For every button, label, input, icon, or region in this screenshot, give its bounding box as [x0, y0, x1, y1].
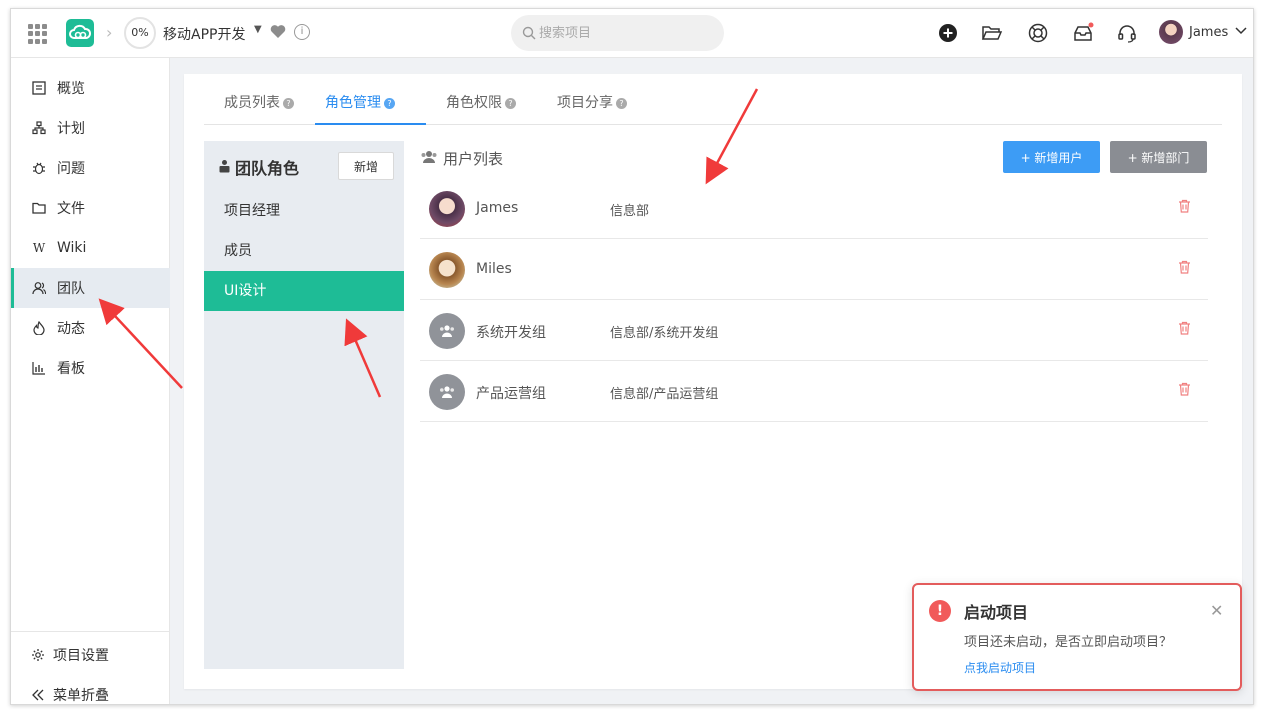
avatar	[429, 191, 465, 227]
role-item[interactable]: 项目经理	[204, 191, 404, 231]
sidebar-item-label: 文件	[57, 201, 85, 217]
headset-icon[interactable]	[1116, 22, 1138, 44]
user-menu[interactable]: James	[1159, 20, 1248, 44]
sidebar-item-overview[interactable]: 概览	[11, 68, 170, 108]
start-project-link[interactable]: 点我启动项目	[964, 659, 1036, 676]
sidebar-item-label: Wiki	[57, 240, 87, 256]
user-list-title: 用户列表	[420, 148, 503, 169]
user-name: Miles	[476, 261, 512, 277]
sidebar-item-label: 概览	[57, 81, 85, 97]
tab-role-permissions[interactable]: 角色权限?	[436, 88, 526, 125]
user-department: 信息部	[610, 204, 650, 219]
users-icon	[420, 150, 438, 168]
bug-icon	[31, 160, 47, 176]
group-department: 信息部/产品运营组	[610, 387, 719, 402]
folder-icon	[31, 200, 47, 216]
help-icon: ?	[505, 98, 516, 109]
team-icon	[31, 280, 47, 296]
heart-icon[interactable]	[270, 24, 286, 43]
table-row: Miles	[420, 239, 1208, 300]
table-row: 产品运营组 信息部/产品运营组	[420, 361, 1208, 422]
top-bar: › 0% 移动APP开发 ▼ i James	[11, 9, 1253, 58]
help-icon: ?	[384, 98, 395, 109]
sidebar-item-issues[interactable]: 问题	[11, 148, 170, 188]
project-name[interactable]: 移动APP开发	[163, 24, 245, 44]
role-panel: 团队角色 新增 项目经理 成员 UI设计	[204, 141, 404, 669]
inbox-icon[interactable]	[1072, 22, 1094, 44]
exclamation-icon: !	[929, 600, 951, 622]
sidebar-item-label: 动态	[57, 321, 85, 337]
sidebar-item-activity[interactable]: 动态	[11, 308, 170, 348]
sidebar-item-label: 问题	[57, 161, 85, 177]
trash-icon[interactable]	[1178, 382, 1191, 400]
group-name: 系统开发组	[476, 325, 546, 341]
role-item-selected[interactable]: UI设计	[204, 271, 404, 311]
sidebar: 概览 计划 问题 文件 W Wiki 团队 动态 看板 项目设置 菜单折叠	[11, 58, 170, 704]
activity-icon	[31, 320, 47, 336]
project-settings-label: 项目设置	[53, 648, 109, 664]
role-item[interactable]: 成员	[204, 231, 404, 271]
lifebuoy-icon[interactable]	[1027, 22, 1049, 44]
lock-user-icon	[218, 158, 231, 177]
help-icon: ?	[616, 98, 627, 109]
sidebar-item-plan[interactable]: 计划	[11, 108, 170, 148]
double-chevron-left-icon	[31, 688, 47, 702]
wiki-icon: W	[32, 241, 46, 255]
group-avatar-icon	[429, 313, 465, 349]
user-name: James	[1189, 24, 1229, 40]
caret-down-icon[interactable]: ▼	[254, 24, 262, 35]
role-panel-title: 团队角色	[218, 155, 299, 179]
overview-icon	[31, 80, 47, 96]
notification-title: 启动项目	[964, 603, 1029, 622]
cloud-logo-icon[interactable]	[66, 19, 94, 47]
project-progress-ring: 0%	[124, 17, 156, 49]
avatar	[1159, 20, 1183, 44]
group-name: 产品运营组	[476, 386, 546, 402]
search-box[interactable]	[511, 15, 724, 51]
sidebar-item-wiki[interactable]: W Wiki	[11, 228, 170, 268]
sidebar-divider	[11, 631, 170, 632]
add-circle-icon[interactable]	[937, 22, 959, 44]
collapse-menu-button[interactable]: 菜单折叠	[11, 675, 170, 704]
notification-message: 项目还未启动，是否立即启动项目？	[964, 635, 1173, 650]
add-user-button[interactable]: + 新增用户	[1003, 141, 1100, 173]
search-input[interactable]	[539, 15, 719, 51]
sidebar-item-files[interactable]: 文件	[11, 188, 170, 228]
table-row: James 信息部	[420, 178, 1208, 239]
info-icon[interactable]: i	[294, 24, 310, 40]
search-icon	[522, 26, 536, 44]
folder-open-icon[interactable]	[981, 22, 1003, 44]
trash-icon[interactable]	[1178, 199, 1191, 217]
trash-icon[interactable]	[1178, 260, 1191, 278]
trash-icon[interactable]	[1178, 321, 1191, 339]
board-icon	[31, 360, 47, 376]
app-window: › 0% 移动APP开发 ▼ i James	[10, 8, 1254, 705]
sidebar-item-team[interactable]: 团队	[11, 268, 170, 308]
project-settings-button[interactable]: 项目设置	[11, 635, 170, 675]
close-icon[interactable]: ✕	[1210, 601, 1223, 620]
chevron-right-icon: ›	[106, 23, 113, 42]
avatar	[429, 252, 465, 288]
sidebar-item-label: 团队	[57, 281, 85, 297]
plan-icon	[31, 120, 47, 136]
start-project-notification: ! 启动项目 ✕ 项目还未启动，是否立即启动项目？ 点我启动项目	[912, 583, 1242, 691]
sidebar-item-label: 计划	[57, 121, 85, 137]
sidebar-item-label: 看板	[57, 361, 85, 377]
gear-icon	[31, 648, 47, 662]
tab-bar: 成员列表? 角色管理? 角色权限? 项目分享?	[204, 88, 1222, 125]
tab-project-share[interactable]: 项目分享?	[547, 88, 637, 125]
add-role-button[interactable]: 新增	[338, 152, 394, 180]
apps-grid-icon[interactable]	[28, 24, 48, 44]
tab-role-management[interactable]: 角色管理?	[315, 88, 426, 125]
group-department: 信息部/系统开发组	[610, 326, 719, 341]
help-icon: ?	[283, 98, 294, 109]
add-department-button[interactable]: + 新增部门	[1110, 141, 1207, 173]
group-avatar-icon	[429, 374, 465, 410]
chevron-down-icon	[1234, 25, 1248, 40]
user-name: James	[476, 200, 519, 216]
sidebar-item-board[interactable]: 看板	[11, 348, 170, 388]
collapse-menu-label: 菜单折叠	[53, 688, 109, 704]
table-row: 系统开发组 信息部/系统开发组	[420, 300, 1208, 361]
tab-member-list[interactable]: 成员列表?	[214, 88, 304, 125]
